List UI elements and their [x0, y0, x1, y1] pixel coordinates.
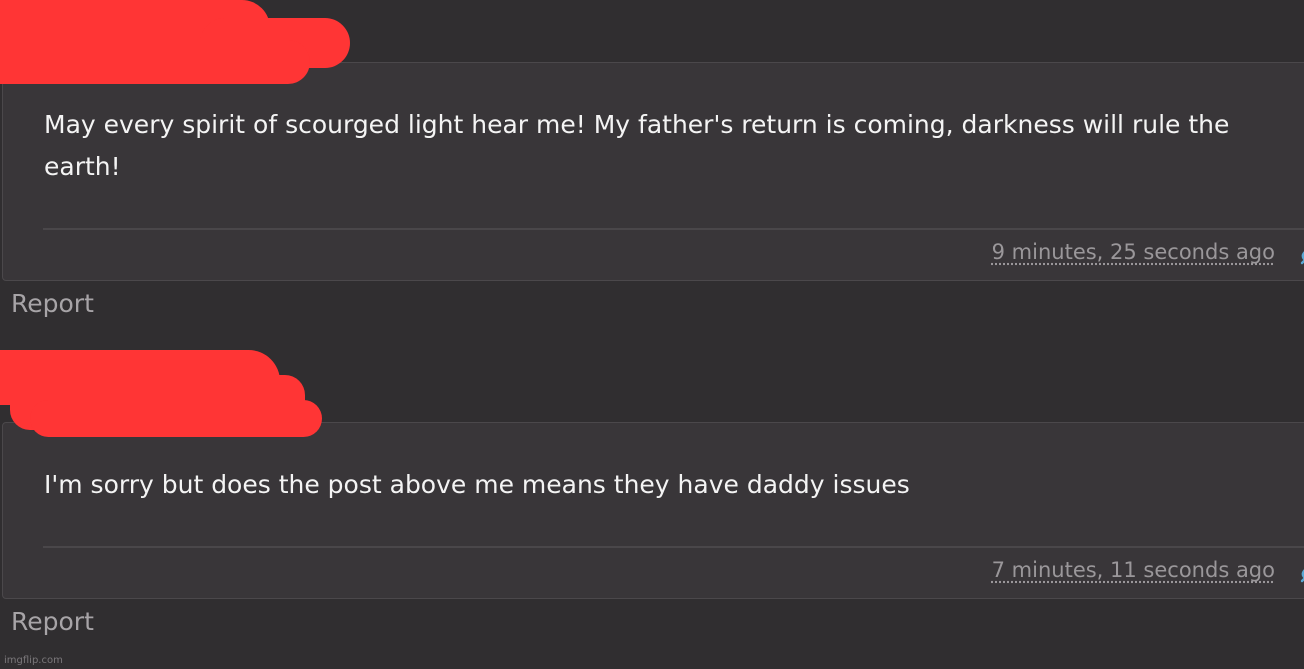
divider	[43, 546, 1304, 548]
comment-body: I'm sorry but does the post above me mea…	[44, 470, 910, 499]
divider	[43, 228, 1304, 230]
comment-card: May every spirit of scourged light hear …	[2, 62, 1304, 281]
link-icon[interactable]	[1299, 243, 1304, 265]
report-link[interactable]: Report	[11, 606, 94, 638]
report-link[interactable]: Report	[11, 288, 94, 320]
comment-body: May every spirit of scourged light hear …	[44, 110, 1230, 181]
redaction-mark	[30, 400, 322, 437]
redaction-mark	[0, 40, 310, 84]
link-icon[interactable]	[1299, 561, 1304, 583]
comment-card: I'm sorry but does the post above me mea…	[2, 422, 1304, 599]
comment-timestamp[interactable]: 7 minutes, 11 seconds ago	[992, 556, 1275, 584]
watermark: imgflip.com	[4, 655, 63, 666]
comment-timestamp[interactable]: 9 minutes, 25 seconds ago	[992, 238, 1275, 266]
